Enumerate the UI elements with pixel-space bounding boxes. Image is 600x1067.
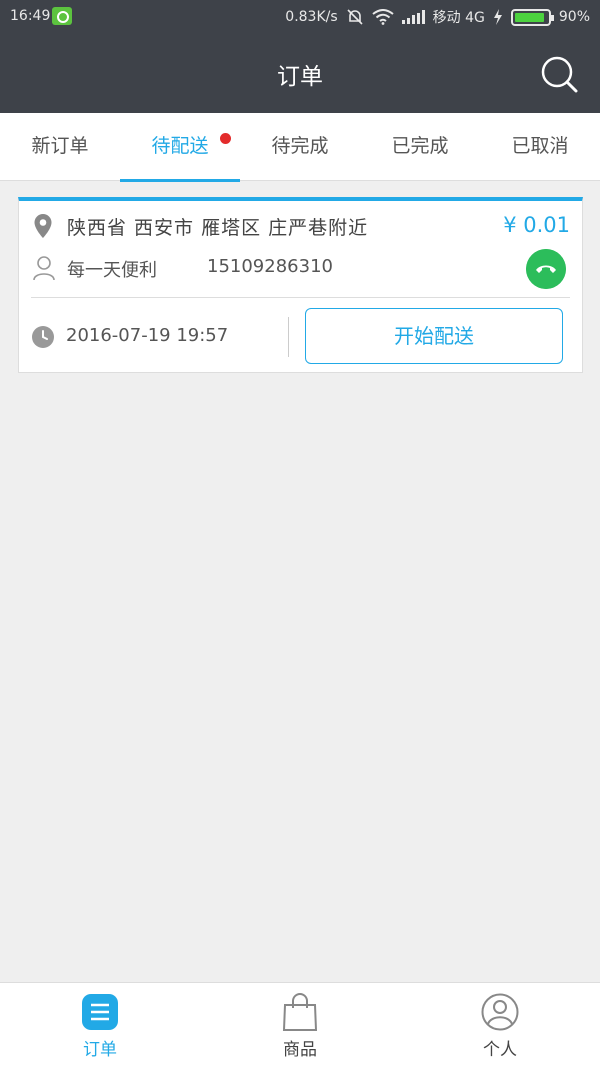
shop-name: 每一天便利 [67, 260, 157, 281]
tab-pending-delivery[interactable]: 待配送 [120, 113, 240, 182]
person-icon [33, 256, 55, 281]
nav-label: 个人 [483, 1040, 517, 1060]
vertical-divider [288, 317, 289, 357]
header: 订单 [0, 33, 600, 113]
search-icon[interactable] [540, 55, 578, 93]
phone-number: 15109286310 [207, 256, 333, 277]
tab-completed[interactable]: 已完成 [360, 113, 480, 181]
phone-call-button[interactable] [526, 249, 566, 289]
tab-label: 已取消 [511, 135, 569, 157]
tab-new-orders[interactable]: 新订单 [0, 113, 120, 181]
delivery-address: 陕西省 西安市 雁塔区 庄严巷附近 [67, 217, 369, 239]
status-bar: 16:49 0.83K/s 移动 4G 90% [0, 0, 600, 33]
order-status-tabs: 新订单 待配送 待完成 已完成 已取消 [0, 113, 600, 182]
list-icon [82, 994, 118, 1030]
location-pin-icon [34, 214, 52, 238]
nav-orders[interactable]: 订单 [0, 983, 200, 1067]
nav-products[interactable]: 商品 [200, 983, 400, 1067]
status-indicators: 0.83K/s 移动 4G 90% [285, 7, 590, 27]
android-app-icon [52, 7, 72, 25]
order-card[interactable]: 陕西省 西安市 雁塔区 庄严巷附近 ¥ 0.01 每一天便利 151092863… [18, 197, 583, 373]
tab-to-complete[interactable]: 待完成 [240, 113, 360, 181]
start-delivery-button[interactable]: 开始配送 [305, 308, 563, 364]
nav-label: 商品 [283, 1040, 317, 1060]
nav-profile[interactable]: 个人 [400, 983, 600, 1067]
battery-icon [510, 8, 554, 26]
address-row: 陕西省 西安市 雁塔区 庄严巷附近 ¥ 0.01 [19, 201, 582, 251]
battery-percent: 90% [558, 9, 590, 25]
tab-cancelled[interactable]: 已取消 [480, 113, 600, 181]
page-title: 订单 [277, 64, 323, 90]
user-icon [481, 993, 519, 1031]
tab-label: 已完成 [391, 135, 449, 157]
bottom-navigation: 订单 商品 个人 [0, 982, 600, 1067]
network-speed: 0.83K/s [285, 9, 338, 25]
tab-label: 新订单 [31, 135, 89, 157]
tab-label: 待配送 [151, 135, 209, 157]
mute-alarm-icon [347, 9, 363, 25]
signal-icon [401, 10, 425, 24]
wifi-icon [372, 9, 394, 25]
notification-badge [220, 133, 231, 144]
charging-icon [493, 9, 502, 25]
card-divider [31, 297, 570, 298]
contact-row: 每一天便利 15109286310 [19, 249, 582, 297]
status-time: 16:49 [10, 8, 51, 24]
carrier-label: 移动 4G [432, 10, 485, 26]
shopping-bag-icon [282, 993, 318, 1031]
order-price: ¥ 0.01 [503, 213, 570, 237]
clock-icon [32, 326, 54, 348]
nav-label: 订单 [83, 1040, 117, 1060]
tab-label: 待完成 [271, 135, 329, 157]
order-datetime: 2016-07-19 19:57 [66, 325, 229, 346]
